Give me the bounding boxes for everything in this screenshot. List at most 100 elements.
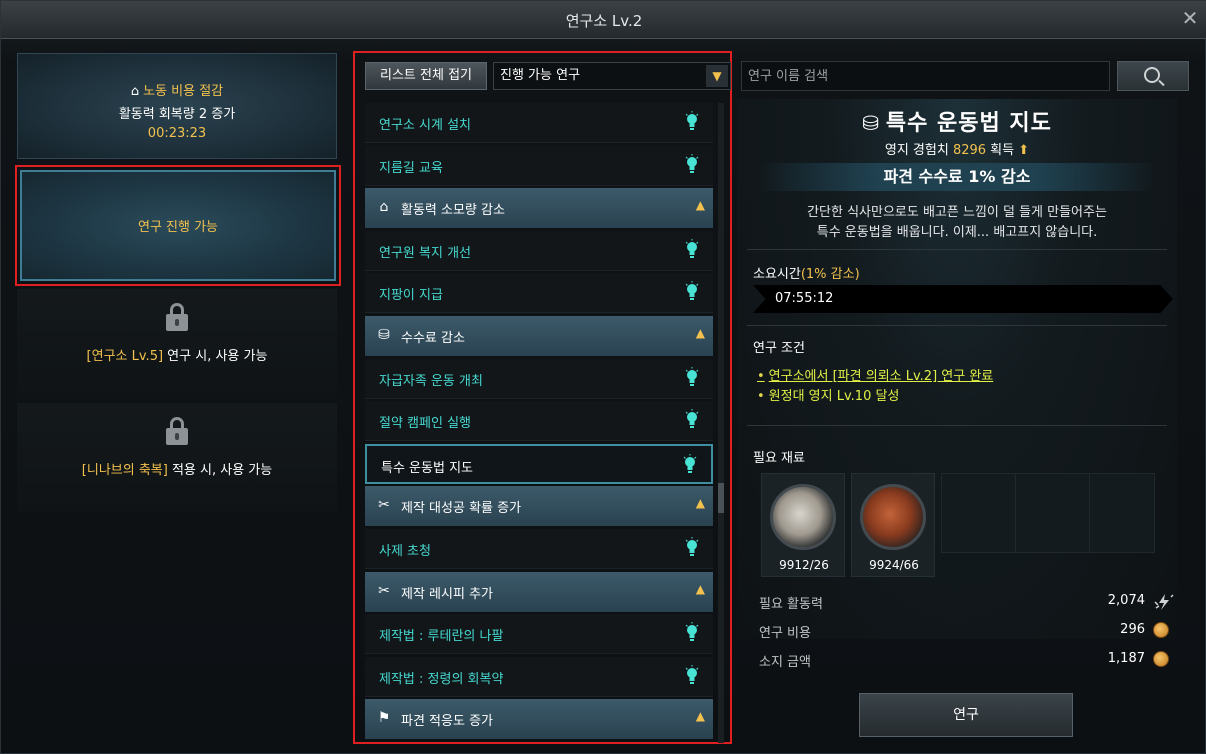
lightbulb-icon (685, 409, 699, 428)
research-item-label: 자급자족 운동 개최 (379, 374, 483, 389)
material-qty: 9912/26 (779, 558, 829, 572)
research-item[interactable]: 연구소 시계 설치 (365, 103, 713, 143)
research-item[interactable]: 연구원 복지 개선 (365, 231, 713, 271)
material-slot-empty (1089, 473, 1155, 553)
conditions-label: 연구 조건 (753, 341, 805, 356)
list-scrollbar[interactable] (718, 103, 724, 743)
chevron-up-icon: ▲ (695, 709, 705, 723)
research-search-input[interactable] (741, 61, 1110, 91)
research-item-selected[interactable]: 특수 운동법 지도 (365, 444, 713, 484)
research-list-panel: 리스트 전체 접기 진행 가능 연구 ▼ 연구소 시계 설치지름길 교육 ⌂ 활동력… (353, 51, 732, 744)
locked-slot-2: [니나브의 축복] 적용 시, 사용 가능 (17, 403, 337, 513)
lightbulb-icon (685, 281, 699, 300)
cost-row-energy: 필요 활동력 2,074 (759, 593, 1179, 615)
chevron-up-icon: ▲ (695, 198, 705, 212)
research-item[interactable]: 자급자족 운동 개최 (365, 359, 713, 399)
duration-value: 07:55:12 (775, 291, 834, 306)
research-category-header[interactable]: ⌂ 활동력 소모량 감소 ▲ (365, 188, 713, 228)
research-item[interactable]: 지팡이 지급 (365, 273, 713, 313)
condition-2: • 원정대 영지 Lv.10 달성 (757, 389, 900, 404)
title-bar: 연구소 Lv.2 ✕ (1, 1, 1206, 39)
research-filter-dropdown[interactable]: 진행 가능 연구 ▼ (493, 62, 731, 90)
cost-row-owned-gold: 소지 금액 1,187 (759, 651, 1179, 673)
start-research-button[interactable]: 연구 (859, 693, 1073, 737)
gold-coin-icon (1153, 622, 1173, 640)
close-button[interactable]: ✕ (1179, 7, 1201, 29)
materials-grid: 9912/26 9924/66 (755, 473, 1175, 577)
cost-row-research-cost: 연구 비용 296 (759, 622, 1179, 644)
research-item-label: 특수 운동법 지도 (381, 461, 473, 476)
exp-suffix: 획득 (986, 143, 1015, 158)
research-title: 특수 운동법 지도 (885, 111, 1052, 136)
exp-prefix: 영지 경험치 (884, 143, 953, 158)
research-item[interactable]: 지름길 교육 (365, 146, 713, 186)
research-item[interactable]: 사제 초청 (365, 529, 713, 569)
tools-icon: ✂ (378, 583, 390, 599)
gold-coin-icon (1153, 651, 1173, 669)
lightbulb-icon (685, 665, 699, 684)
chevron-up-icon: ▲ (695, 326, 705, 340)
research-item-label: 지팡이 지급 (379, 288, 443, 303)
research-item-label: 사제 초청 (379, 544, 431, 559)
research-category-header[interactable]: ✂ 제작 대성공 확률 증가 ▲ (365, 486, 713, 526)
material-slot-empty (941, 473, 1025, 553)
locked-slot-requirement: [연구소 Lv.5] (86, 349, 164, 364)
search-icon (1144, 67, 1160, 83)
category-label: 제작 대성공 확률 증가 (401, 501, 522, 516)
lightbulb-icon (685, 622, 699, 641)
research-item-label: 연구원 복지 개선 (379, 246, 471, 261)
research-effect: 파견 수수료 1% 감소 (757, 163, 1157, 191)
research-item-label: 제작법 : 루테란의 나팔 (379, 629, 504, 644)
ore-icon (770, 484, 836, 550)
research-item-label: 지름길 교육 (379, 161, 443, 176)
locked-slot-requirement: [니나브의 축복] (81, 463, 168, 478)
material-slot-timber[interactable]: 9924/66 (851, 473, 935, 577)
research-slot-available[interactable]: 연구 진행 가능 (15, 165, 341, 286)
bonus-timer: 00:23:23 (147, 126, 207, 141)
research-detail-panel: ⛁특수 운동법 지도 영지 경험치 8296 획득 ⬆ 파견 수수료 1% 감소… (737, 59, 1191, 749)
bonus-description: 활동력 회복량 2 증가 (118, 107, 236, 122)
bullet-icon: • (757, 389, 765, 404)
research-description: 간단한 식사만으로도 배고픈 느낌이 덜 들게 만들어주는 특수 운동법을 배웁… (807, 205, 1107, 240)
research-item[interactable]: 제작법 : 정령의 회복약 (365, 657, 713, 697)
locked-slot-text: 연구 시, 사용 가능 (163, 349, 268, 364)
lightbulb-icon (685, 239, 699, 258)
chevron-up-icon: ▲ (695, 582, 705, 596)
research-category-header[interactable]: ⛁ 수수료 감소 ▲ (365, 316, 713, 356)
category-label: 파견 적응도 증가 (401, 714, 493, 729)
bullet-icon: • (757, 369, 765, 384)
duration-bar: 07:55:12 (753, 285, 1173, 313)
research-slots-panel: ⌂ 노동 비용 절감 활동력 회복량 2 증가 00:23:23 연구 진행 가능… (15, 53, 341, 743)
chevron-up-icon: ▲ (695, 496, 705, 510)
home-icon: ⌂ (130, 84, 140, 99)
scrollbar-thumb[interactable] (718, 483, 724, 513)
lightbulb-icon (685, 537, 699, 556)
energy-icon (1153, 593, 1174, 611)
lightbulb-icon (683, 454, 697, 473)
filter-value: 진행 가능 연구 (500, 68, 581, 83)
collapse-all-button[interactable]: 리스트 전체 접기 (365, 62, 487, 90)
window-title: 연구소 Lv.2 (565, 12, 643, 30)
lightbulb-icon (685, 367, 699, 386)
research-item[interactable]: 절약 캠페인 실행 (365, 401, 713, 441)
research-category-header[interactable]: ✂ 제작 레시피 추가 ▲ (365, 572, 713, 612)
research-item[interactable]: 제작법 : 루테란의 나팔 (365, 614, 713, 654)
arrow-up-icon: ⬆ (1018, 143, 1030, 158)
research-list: 연구소 시계 설치지름길 교육 ⌂ 활동력 소모량 감소 ▲ 연구원 복지 개선지팡이 … (365, 103, 713, 743)
research-lab-window: 연구소 Lv.2 ✕ ⌂ 노동 비용 절감 활동력 회복량 2 증가 00:23:… (0, 0, 1206, 754)
search-button[interactable] (1117, 61, 1189, 91)
chevron-down-icon: ▼ (706, 65, 728, 87)
time-reduction: (1% 감소) (800, 267, 860, 282)
coin-down-icon: ⛁ (862, 111, 880, 135)
exp-value: 8296 (952, 143, 987, 158)
material-slot-ore[interactable]: 9912/26 (761, 473, 845, 577)
research-item-label: 제작법 : 정령의 회복약 (379, 672, 504, 687)
condition-1[interactable]: • 연구소에서 [파견 의뢰소 Lv.2] 연구 완료 (757, 365, 993, 384)
material-slot-empty (1015, 473, 1099, 553)
research-item-label: 절약 캠페인 실행 (379, 416, 471, 431)
timber-icon (860, 484, 926, 550)
bonus-title: 노동 비용 절감 (143, 84, 224, 99)
research-category-header[interactable]: ⚑ 파견 적응도 증가 ▲ (365, 699, 713, 739)
material-qty: 9924/66 (869, 558, 919, 572)
lock-icon (166, 417, 188, 445)
